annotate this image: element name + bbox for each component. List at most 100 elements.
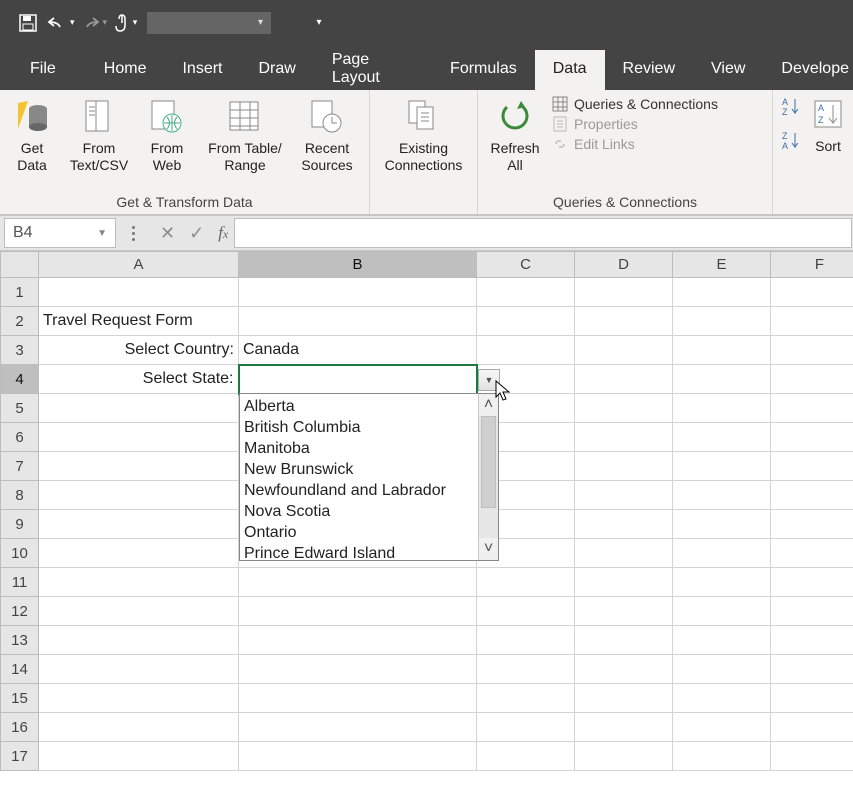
cell-A3[interactable]: Select Country:	[39, 336, 239, 365]
cell-F5[interactable]	[771, 394, 853, 423]
cell-E4[interactable]	[673, 365, 771, 394]
cell-C17[interactable]	[477, 742, 575, 771]
undo-button[interactable]: ▾	[46, 8, 75, 38]
dropdown-item[interactable]: Newfoundland and Labrador	[244, 480, 472, 501]
cell-F16[interactable]	[771, 713, 853, 742]
cell-F1[interactable]	[771, 278, 853, 307]
existing-connections-button[interactable]: Existing Connections	[376, 96, 471, 174]
touch-mode-button[interactable]: ▾	[111, 8, 139, 38]
cell-F14[interactable]	[771, 655, 853, 684]
cell-E16[interactable]	[673, 713, 771, 742]
dropdown-item[interactable]: New Brunswick	[244, 459, 472, 480]
cell-E5[interactable]	[673, 394, 771, 423]
cell-D8[interactable]	[575, 481, 673, 510]
row-header-8[interactable]: 8	[1, 481, 39, 510]
dropdown-item[interactable]: Nova Scotia	[244, 501, 472, 522]
properties-item[interactable]: Properties	[552, 116, 718, 132]
tab-formulas[interactable]: Formulas	[432, 50, 535, 90]
cell-F3[interactable]	[771, 336, 853, 365]
cell-F6[interactable]	[771, 423, 853, 452]
fx-icon[interactable]: fx	[218, 223, 228, 243]
row-header-13[interactable]: 13	[1, 626, 39, 655]
cell-B3[interactable]: Canada	[239, 336, 477, 365]
row-header-9[interactable]: 9	[1, 510, 39, 539]
sort-button[interactable]: AZ Sort	[809, 94, 847, 155]
qat-combo[interactable]: ▾	[147, 12, 271, 34]
cell-E9[interactable]	[673, 510, 771, 539]
cell-A17[interactable]	[39, 742, 239, 771]
cell-D6[interactable]	[575, 423, 673, 452]
cell-A2[interactable]: Travel Request Form	[39, 307, 239, 336]
col-header-B[interactable]: B	[239, 252, 477, 278]
row-header-17[interactable]: 17	[1, 742, 39, 771]
cell-C2[interactable]	[477, 307, 575, 336]
tab-insert[interactable]: Insert	[164, 50, 240, 90]
cell-A14[interactable]	[39, 655, 239, 684]
from-table-button[interactable]: From Table/ Range	[200, 96, 290, 174]
cell-E14[interactable]	[673, 655, 771, 684]
qat-more-button[interactable]: ▾	[305, 8, 333, 38]
cell-A6[interactable]	[39, 423, 239, 452]
cell-E15[interactable]	[673, 684, 771, 713]
cell-F9[interactable]	[771, 510, 853, 539]
cell-A12[interactable]	[39, 597, 239, 626]
data-validation-dropdown-button[interactable]: ▼	[478, 369, 500, 391]
col-header-E[interactable]: E	[673, 252, 771, 278]
cell-C15[interactable]	[477, 684, 575, 713]
cell-A11[interactable]	[39, 568, 239, 597]
recent-sources-button[interactable]: Recent Sources	[296, 96, 358, 174]
cell-D1[interactable]	[575, 278, 673, 307]
cell-D11[interactable]	[575, 568, 673, 597]
cell-F11[interactable]	[771, 568, 853, 597]
cell-E2[interactable]	[673, 307, 771, 336]
cell-F2[interactable]	[771, 307, 853, 336]
cell-E1[interactable]	[673, 278, 771, 307]
cell-D12[interactable]	[575, 597, 673, 626]
row-header-16[interactable]: 16	[1, 713, 39, 742]
edit-links-item[interactable]: Edit Links	[552, 136, 718, 152]
cell-C12[interactable]	[477, 597, 575, 626]
cell-D13[interactable]	[575, 626, 673, 655]
cell-D17[interactable]	[575, 742, 673, 771]
row-header-4[interactable]: 4	[1, 365, 39, 394]
tab-file[interactable]: File	[16, 50, 86, 90]
cell-D2[interactable]	[575, 307, 673, 336]
cell-E6[interactable]	[673, 423, 771, 452]
cell-B12[interactable]	[239, 597, 477, 626]
tab-view[interactable]: View	[693, 50, 763, 90]
cell-E8[interactable]	[673, 481, 771, 510]
tab-data[interactable]: Data	[535, 50, 605, 90]
cell-B17[interactable]	[239, 742, 477, 771]
cell-F17[interactable]	[771, 742, 853, 771]
cell-A15[interactable]	[39, 684, 239, 713]
tab-draw[interactable]: Draw	[240, 50, 313, 90]
cell-D16[interactable]	[575, 713, 673, 742]
get-data-button[interactable]: Get Data	[6, 96, 58, 174]
tab-review[interactable]: Review	[605, 50, 693, 90]
scroll-thumb[interactable]	[481, 416, 496, 508]
cell-B14[interactable]	[239, 655, 477, 684]
scroll-down-icon[interactable]: ˅	[479, 538, 498, 560]
cell-E10[interactable]	[673, 539, 771, 568]
queries-connections-item[interactable]: Queries & Connections	[552, 96, 718, 112]
save-button[interactable]	[14, 8, 42, 38]
cell-B11[interactable]	[239, 568, 477, 597]
cell-C13[interactable]	[477, 626, 575, 655]
dropdown-item[interactable]: Manitoba	[244, 438, 472, 459]
cell-A9[interactable]	[39, 510, 239, 539]
dropdown-scrollbar[interactable]: ˄ ˅	[478, 394, 498, 560]
cell-E11[interactable]	[673, 568, 771, 597]
row-header-2[interactable]: 2	[1, 307, 39, 336]
namebox-expand-button[interactable]	[122, 218, 144, 248]
row-header-15[interactable]: 15	[1, 684, 39, 713]
redo-button[interactable]: ▾	[79, 8, 108, 38]
cell-C14[interactable]	[477, 655, 575, 684]
cell-E7[interactable]	[673, 452, 771, 481]
cell-E12[interactable]	[673, 597, 771, 626]
cell-A5[interactable]	[39, 394, 239, 423]
row-header-10[interactable]: 10	[1, 539, 39, 568]
enter-icon[interactable]: ✓	[189, 223, 204, 244]
cell-D14[interactable]	[575, 655, 673, 684]
row-header-12[interactable]: 12	[1, 597, 39, 626]
cell-B15[interactable]	[239, 684, 477, 713]
